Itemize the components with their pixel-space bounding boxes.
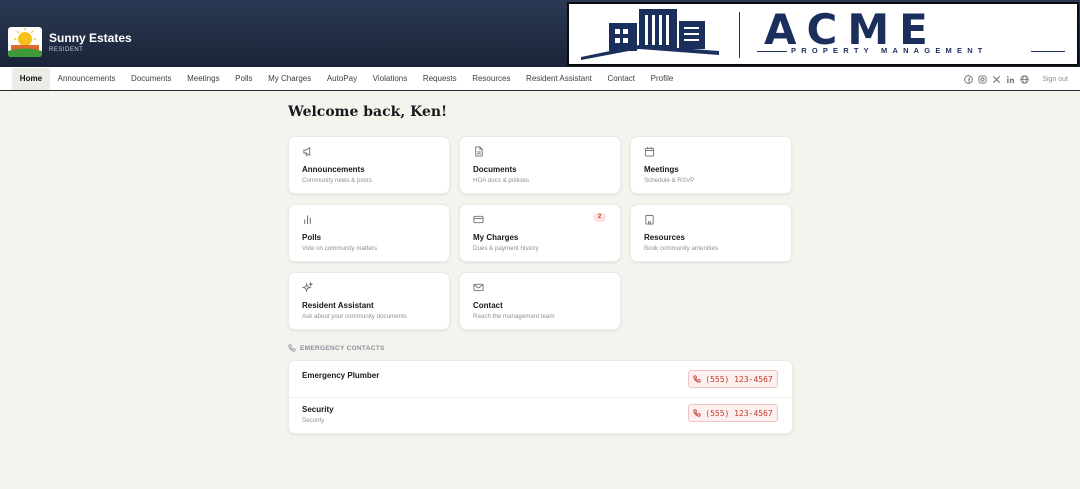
phone-number: (555) 123-4567: [705, 374, 773, 384]
nav-documents[interactable]: Documents: [123, 68, 179, 90]
contact-subtitle: Security: [302, 417, 325, 424]
brand-role: RESIDENT: [49, 47, 84, 53]
card-subtitle: Schedule & RSVP: [644, 177, 695, 184]
nav-violations[interactable]: Violations: [365, 68, 415, 90]
nav-autopay[interactable]: AutoPay: [319, 68, 365, 90]
nav-resident-assistant[interactable]: Resident Assistant: [518, 68, 599, 90]
card-resident-assistant[interactable]: Resident Assistant Ask about your commun…: [288, 272, 450, 330]
building-icon: [644, 214, 655, 225]
charges-count-badge: 2: [593, 213, 606, 222]
brand-name: Sunny Estates: [49, 31, 132, 45]
acme-building-logo: [581, 9, 719, 60]
nav-contact[interactable]: Contact: [600, 68, 643, 90]
phone-number: (555) 123-4567: [705, 408, 773, 418]
card-resources[interactable]: Resources Book community amenities: [630, 204, 792, 262]
brand[interactable]: Sunny Estates RESIDENT: [8, 27, 132, 57]
emergency-contacts-panel: Emergency Plumber (555) 123-4567 Securit…: [288, 360, 793, 434]
call-button[interactable]: (555) 123-4567: [688, 370, 778, 388]
nav-requests[interactable]: Requests: [415, 68, 464, 90]
emergency-contact-row: Security Security (555) 123-4567: [289, 397, 792, 433]
facebook-icon[interactable]: [964, 74, 974, 84]
acme-tagline: PROPERTY MANAGEMENT: [791, 46, 988, 55]
card-subtitle: HOA docs & policies: [473, 177, 530, 184]
phone-icon: [693, 409, 701, 417]
nav-profile[interactable]: Profile: [643, 68, 681, 90]
card-subtitle: Vote on community matters: [302, 245, 377, 252]
nav-meetings[interactable]: Meetings: [179, 68, 227, 90]
card-title: Announcements: [302, 165, 365, 174]
nav-resources[interactable]: Resources: [464, 68, 518, 90]
bar-chart-icon: [302, 214, 313, 225]
sign-out-link[interactable]: Sign out: [1042, 76, 1068, 83]
nav-announcements[interactable]: Announcements: [50, 68, 123, 90]
card-title: Resident Assistant: [302, 301, 374, 310]
emergency-contacts-heading: EMERGENCY CONTACTS: [288, 344, 385, 352]
card-subtitle: Book community amenities: [644, 245, 718, 252]
card-title: Polls: [302, 233, 322, 242]
card-documents[interactable]: Documents HOA docs & policies: [459, 136, 621, 194]
linkedin-icon[interactable]: [1006, 75, 1015, 84]
phone-icon: [288, 344, 296, 352]
card-title: Documents: [473, 165, 517, 174]
card-contact[interactable]: Contact Reach the management team: [459, 272, 621, 330]
nav-polls[interactable]: Polls: [227, 68, 260, 90]
x-icon[interactable]: [992, 75, 1001, 84]
credit-card-icon: [473, 214, 484, 225]
emergency-contact-row: Emergency Plumber (555) 123-4567: [289, 361, 792, 397]
card-meetings[interactable]: Meetings Schedule & RSVP: [630, 136, 792, 194]
nav-my-charges[interactable]: My Charges: [260, 68, 319, 90]
nav-home[interactable]: Home: [12, 67, 50, 90]
calendar-icon: [644, 146, 655, 157]
card-announcements[interactable]: Announcements Community news & posts: [288, 136, 450, 194]
card-subtitle: Reach the management team: [473, 313, 555, 320]
instagram-icon[interactable]: [978, 74, 987, 84]
contact-name: Security: [302, 405, 334, 414]
sparkle-icon: [302, 282, 313, 293]
card-subtitle: Dues & payment history: [473, 245, 539, 252]
card-polls[interactable]: Polls Vote on community matters: [288, 204, 450, 262]
contact-name: Emergency Plumber: [302, 371, 380, 380]
acme-banner: ACME PROPERTY MANAGEMENT: [567, 2, 1079, 66]
call-button[interactable]: (555) 123-4567: [688, 404, 778, 422]
card-title: Meetings: [644, 165, 679, 174]
phone-icon: [693, 375, 701, 383]
page-title: Welcome back, Ken!: [288, 104, 448, 120]
card-title: Contact: [473, 301, 503, 310]
app-header: Sunny Estates RESIDENT ACME PROPERTY MAN…: [0, 0, 1080, 67]
document-icon: [473, 146, 484, 157]
card-subtitle: Community news & posts: [302, 177, 372, 184]
sunny-estates-logo: [8, 27, 42, 57]
mail-icon: [473, 282, 484, 293]
card-my-charges[interactable]: 2 My Charges Dues & payment history: [459, 204, 621, 262]
card-title: My Charges: [473, 233, 519, 242]
megaphone-icon: [302, 146, 313, 157]
main-nav: Home Announcements Documents Meetings Po…: [0, 67, 1080, 91]
globe-icon[interactable]: [1020, 74, 1029, 84]
emergency-heading-text: EMERGENCY CONTACTS: [300, 344, 385, 352]
card-subtitle: Ask about your community documents: [302, 313, 407, 320]
card-title: Resources: [644, 233, 685, 242]
